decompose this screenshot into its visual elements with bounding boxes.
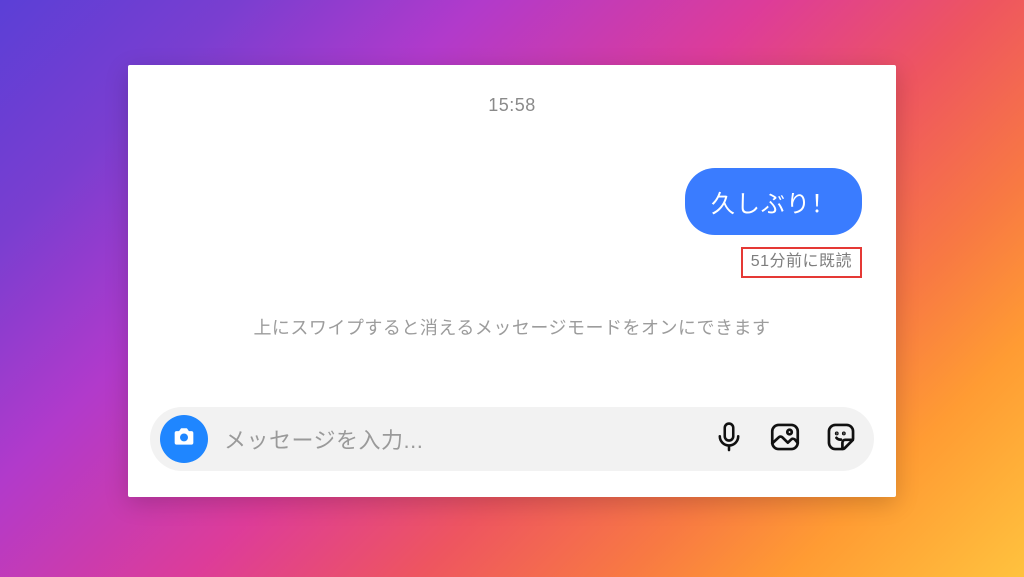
message-row: 久しぶり！ [156,168,868,235]
camera-button[interactable] [160,415,208,463]
read-receipt-row: 51分前に既読 [156,247,868,278]
composer-container: メッセージを入力... [128,407,896,497]
sticker-icon [824,420,858,459]
sticker-button[interactable] [818,416,864,462]
sent-message-bubble[interactable]: 久しぶり！ [685,168,862,235]
swipe-hint-label: 上にスワイプすると消えるメッセージモードをオンにできます [156,314,868,340]
gallery-button[interactable] [762,416,808,462]
microphone-icon [712,420,746,459]
camera-icon [170,423,198,456]
read-receipt-highlight: 51分前に既読 [741,247,862,278]
chat-area[interactable]: 15:58 久しぶり！ 51分前に既読 上にスワイプすると消えるメッセージモード… [128,65,896,407]
message-composer[interactable]: メッセージを入力... [150,407,874,471]
message-input[interactable]: メッセージを入力... [218,423,696,455]
gallery-icon [768,420,802,459]
microphone-button[interactable] [706,416,752,462]
chat-window: 15:58 久しぶり！ 51分前に既読 上にスワイプすると消えるメッセージモード… [128,65,896,497]
timestamp-label: 15:58 [156,95,868,116]
